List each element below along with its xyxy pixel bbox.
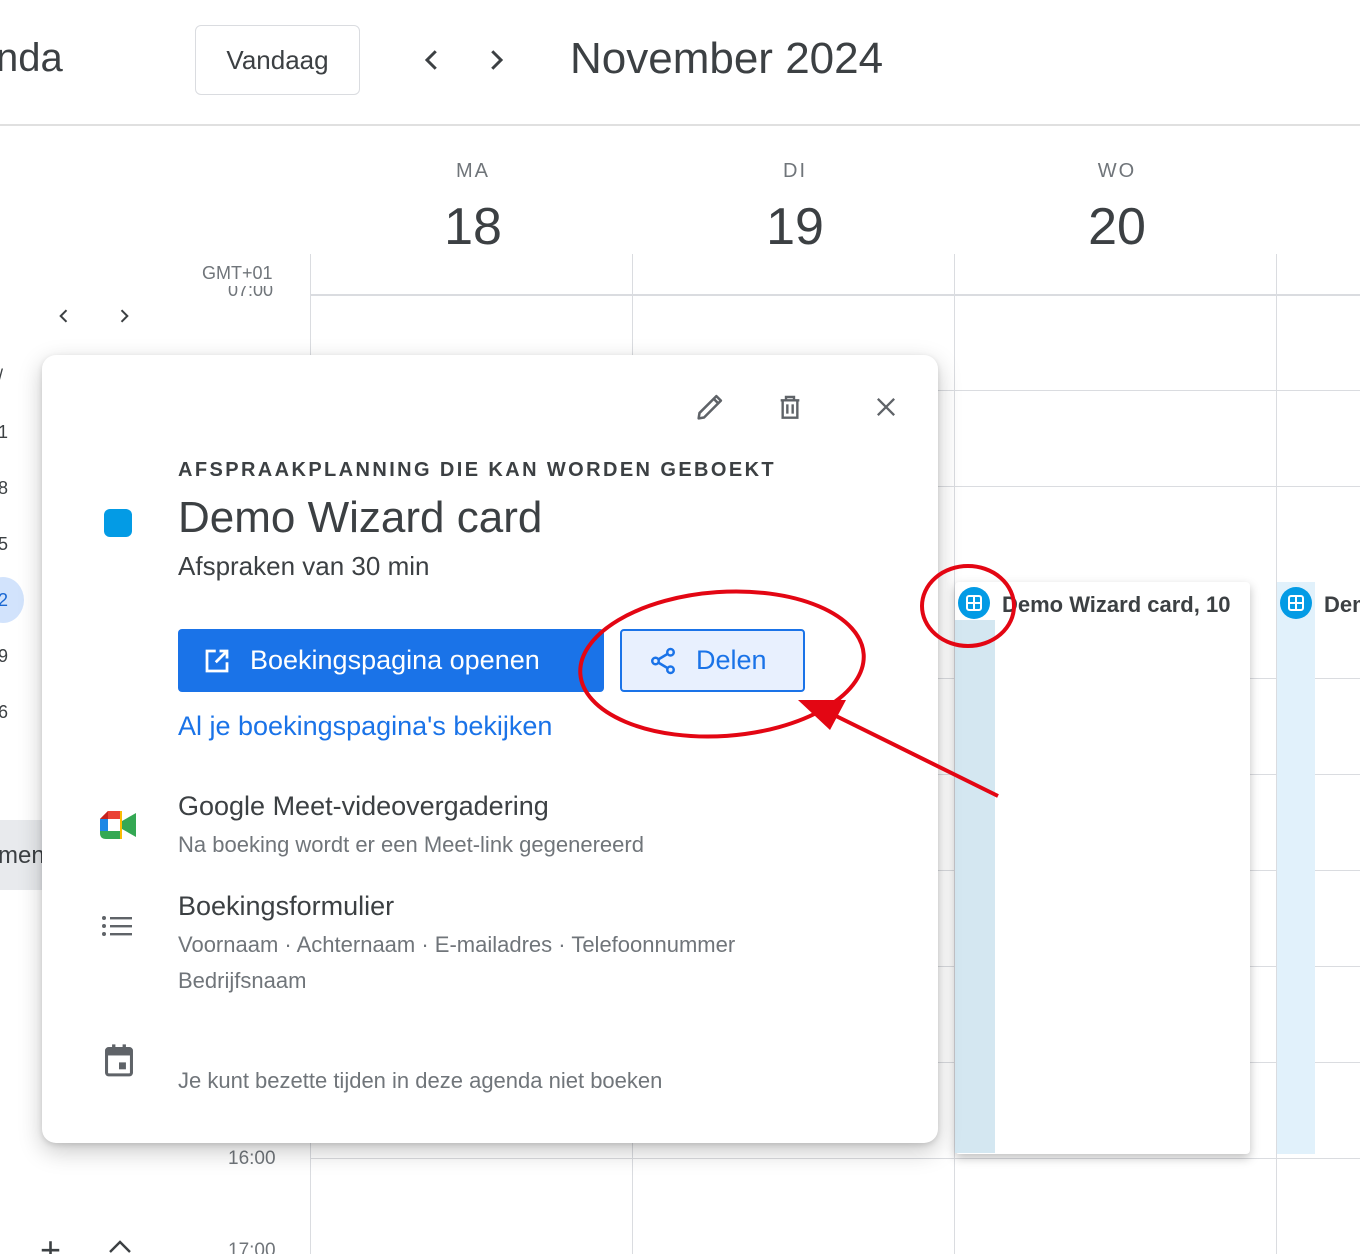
grid-hour-line — [310, 1158, 1360, 1159]
day-header-monday[interactable]: MA 18 — [312, 160, 634, 257]
event-title[interactable]: Demo Wizard card, 10 — [1002, 592, 1236, 618]
meet-subtitle: Na boeking wordt er een Meet-link gegene… — [178, 832, 644, 857]
mini-calendar-prev-button[interactable] — [50, 302, 78, 330]
next-period-button[interactable] — [474, 38, 518, 82]
trash-icon — [780, 395, 800, 419]
booking-form-fields: Voornaam · Achternaam · E-mailadres · Te… — [178, 932, 736, 957]
google-meet-icon — [98, 809, 138, 846]
day-number[interactable]: 20 — [956, 197, 1278, 257]
chevron-right-icon — [491, 50, 504, 70]
open-external-icon — [205, 649, 229, 672]
day-name: WO — [1097, 160, 1137, 182]
chevron-right-icon — [120, 309, 129, 323]
booking-form-title: Boekingsformulier — [178, 891, 395, 921]
open-booking-page-button[interactable]: Boekingspagina openen — [178, 629, 604, 692]
delete-button[interactable] — [768, 385, 812, 429]
day-name: DI — [783, 160, 807, 182]
day-number[interactable]: 19 — [634, 197, 956, 257]
popup-subtitle: Afspraken van 30 min — [178, 551, 430, 581]
mini-calendar-day[interactable]: 1 — [0, 422, 8, 443]
day-name: MA — [456, 160, 490, 182]
calendar-availability-note: Je kunt bezette tijden in deze agenda ni… — [178, 1068, 663, 1093]
event-title[interactable]: Demo — [1324, 592, 1360, 618]
booking-form-fields-extra: Bedrijfsnaam — [178, 968, 307, 993]
mini-calendar-day[interactable]: 5 — [0, 534, 8, 555]
collapse-icon[interactable] — [106, 1236, 134, 1254]
month-title: November 2024 — [570, 34, 884, 83]
close-icon — [877, 398, 895, 416]
chevron-left-icon — [424, 50, 437, 70]
pencil-icon — [697, 394, 723, 420]
mini-calendar-day[interactable]: 6 — [0, 702, 8, 723]
mini-calendar-day[interactable]: 8 — [0, 478, 8, 499]
edit-button[interactable] — [688, 385, 732, 429]
today-button[interactable]: Vandaag — [195, 25, 360, 95]
event-type-label: AFSPRAAKPLANNING DIE KAN WORDEN GEBOEKT — [178, 459, 777, 481]
time-label-cut: 07:00 — [228, 286, 274, 298]
event-card-demo-second[interactable] — [1277, 582, 1315, 1154]
popup-title: Demo Wizard card — [178, 493, 543, 542]
time-label-1700: 17:00 — [228, 1240, 276, 1254]
mini-calendar-day[interactable]: 9 — [0, 646, 8, 667]
share-icon — [651, 647, 675, 674]
mini-calendar-day[interactable]: / — [0, 366, 3, 387]
calendar-color-swatch — [104, 509, 132, 537]
share-button[interactable]: Delen — [620, 629, 805, 692]
mini-calendar-next-button[interactable] — [110, 302, 138, 330]
day-number[interactable]: 18 — [312, 197, 634, 257]
chevron-left-icon — [59, 309, 68, 323]
open-booking-page-label: Boekingspagina openen — [250, 645, 540, 675]
day-header-tuesday[interactable]: DI 19 — [634, 160, 956, 257]
sidebar-label[interactable]: men — [0, 842, 45, 870]
calendar-event-icon — [102, 1043, 136, 1084]
add-calendar-button[interactable]: + — [40, 1232, 61, 1254]
list-icon — [100, 913, 134, 944]
event-strip — [955, 620, 995, 1153]
view-all-booking-pages-link[interactable]: Al je boekingspagina's bekijken — [178, 711, 552, 742]
meet-title: Google Meet-videovergadering — [178, 791, 549, 821]
share-label: Delen — [696, 645, 767, 675]
app-title: nda — [0, 36, 63, 80]
header-divider — [0, 124, 1360, 126]
booking-page-icon — [1280, 587, 1312, 619]
booking-page-icon — [958, 587, 990, 619]
event-card-demo-wizard[interactable] — [955, 582, 1250, 1154]
timezone-label: GMT+01 — [202, 263, 273, 283]
time-label-1600: 16:00 — [228, 1148, 276, 1169]
grid-top-line — [310, 294, 1360, 296]
event-details-popup: AFSPRAAKPLANNING DIE KAN WORDEN GEBOEKT … — [42, 355, 938, 1143]
day-header-wednesday[interactable]: WO 20 — [956, 160, 1278, 257]
mini-calendar-day[interactable]: 2 — [0, 590, 8, 611]
previous-period-button[interactable] — [410, 38, 454, 82]
close-button[interactable] — [864, 385, 908, 429]
